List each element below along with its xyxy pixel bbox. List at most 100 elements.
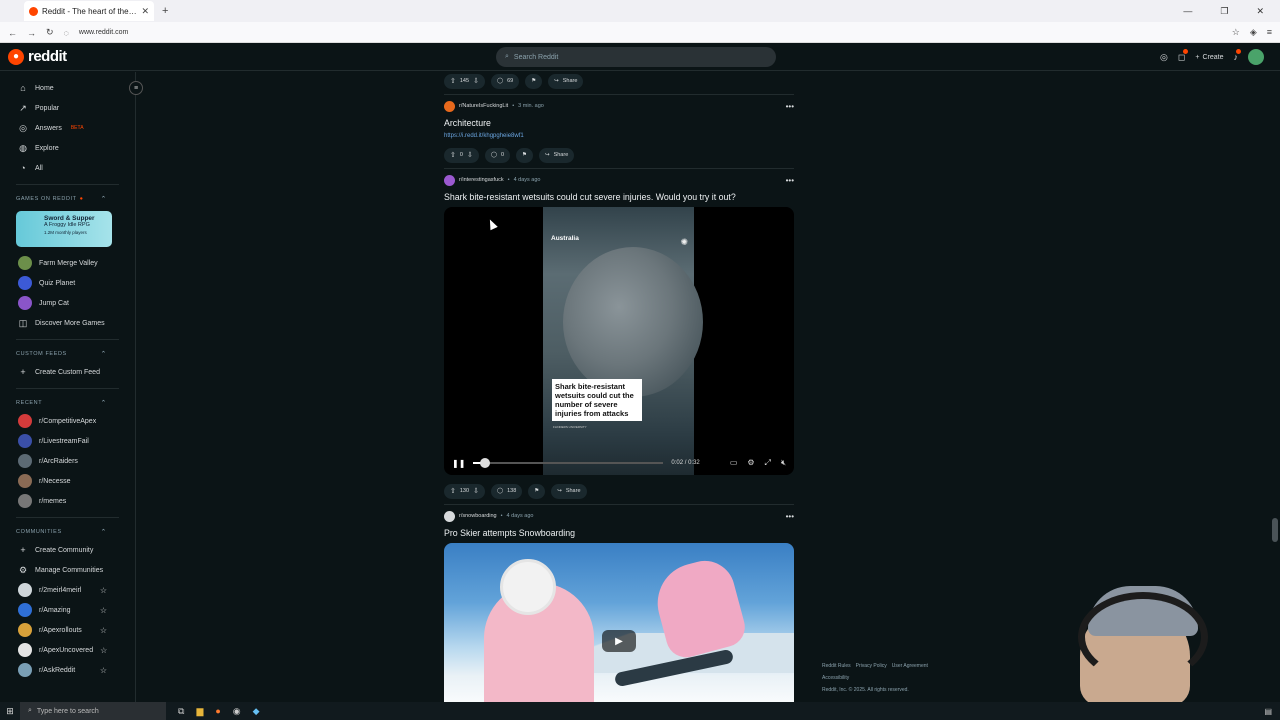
upvote-icon[interactable]: ⇧: [450, 77, 456, 85]
scrollbar[interactable]: [1270, 72, 1280, 702]
advertise-icon[interactable]: ◎: [1160, 52, 1168, 63]
shield-icon[interactable]: ◌: [64, 28, 69, 38]
fullscreen-icon[interactable]: ⤢: [765, 458, 771, 468]
video-player[interactable]: Australia ✺ Shark bite-resistant wetsuit…: [444, 207, 794, 475]
vote-control[interactable]: ⇧ 0 ⇩: [444, 147, 479, 163]
create-button[interactable]: + Create: [1195, 54, 1223, 61]
more-options-icon[interactable]: •••: [786, 102, 794, 111]
subreddit-link[interactable]: r/snowboarding: [459, 513, 497, 519]
post-title[interactable]: Pro Skier attempts Snowboarding: [444, 528, 794, 538]
close-tab-icon[interactable]: ✕: [141, 6, 149, 17]
sidebar-item-answers[interactable]: ◎ Answers BETA: [0, 118, 135, 138]
obs-icon[interactable]: ◉: [233, 706, 241, 717]
firefox-icon[interactable]: ●: [215, 706, 220, 717]
captions-icon[interactable]: ▭: [730, 458, 738, 468]
star-icon[interactable]: ☆: [100, 606, 107, 615]
forward-icon[interactable]: →: [27, 28, 36, 38]
sidebar-item-livestreamfail[interactable]: r/LivestreamFail: [0, 431, 135, 451]
footer-link-accessibility[interactable]: Accessibility: [822, 675, 849, 681]
sidebar-item-necesse[interactable]: r/Necesse: [0, 471, 135, 491]
footer-link-rules[interactable]: Reddit Rules: [822, 663, 851, 669]
post-title[interactable]: Shark bite-resistant wetsuits could cut …: [444, 192, 794, 202]
post-link[interactable]: https://i.redd.it/khgpgheie8wf1: [444, 133, 794, 139]
vote-control[interactable]: ⇧ 130 ⇩: [444, 483, 485, 499]
upvote-icon[interactable]: ⇧: [450, 151, 456, 159]
upvote-icon[interactable]: ⇧: [450, 487, 456, 495]
comments-button[interactable]: ◯ 69: [490, 73, 520, 89]
sidebar-item-apexrollouts[interactable]: r/Apexrollouts ☆: [0, 620, 135, 640]
recent-section-title[interactable]: RECENT ⌃: [0, 395, 135, 411]
sidebar-item-farm-merge-valley[interactable]: Farm Merge Valley: [0, 253, 135, 273]
award-button[interactable]: ⚑: [516, 147, 533, 163]
award-button[interactable]: ⚑: [528, 483, 546, 499]
browser-tab[interactable]: Reddit - The heart of the internet ✕: [24, 1, 154, 21]
steam-icon[interactable]: ◆: [253, 706, 260, 717]
sidebar-item-explore[interactable]: ◍ Explore: [0, 138, 135, 158]
play-icon[interactable]: ▶: [602, 630, 636, 652]
downvote-icon[interactable]: ⇩: [473, 487, 479, 495]
task-view-icon[interactable]: ⧉: [178, 706, 184, 717]
sidebar-item-all[interactable]: ◔ All: [0, 158, 135, 178]
sidebar-item-jump-cat[interactable]: Jump Cat: [0, 293, 135, 313]
video-progress-bar[interactable]: [473, 458, 664, 468]
minimize-icon[interactable]: —: [1183, 6, 1192, 17]
subreddit-avatar[interactable]: [444, 100, 455, 112]
share-button[interactable]: ↪ Share: [551, 483, 587, 499]
communities-section-title[interactable]: COMMUNITIES ⌃: [0, 524, 135, 540]
sidebar-item-home[interactable]: ⌂ Home: [0, 78, 135, 98]
subreddit-link[interactable]: r/interestingasfuck: [459, 177, 504, 183]
create-custom-feed-button[interactable]: + Create Custom Feed: [0, 362, 135, 382]
reload-icon[interactable]: ↻: [46, 27, 54, 38]
mute-icon[interactable]: 🔇︎: [781, 458, 786, 468]
reddit-logo[interactable]: ● reddit: [8, 48, 67, 65]
star-icon[interactable]: ☆: [100, 666, 107, 675]
notification-center-icon[interactable]: ▤: [1264, 707, 1272, 716]
downvote-icon[interactable]: ⇩: [467, 151, 473, 159]
subreddit-avatar[interactable]: [444, 510, 455, 522]
notifications-icon[interactable]: ♪: [1234, 49, 1241, 62]
bookmark-star-icon[interactable]: ☆: [1232, 27, 1240, 38]
sidebar-item-competitiveapex[interactable]: r/CompetitiveApex: [0, 411, 135, 431]
star-icon[interactable]: ☆: [100, 646, 107, 655]
scrollbar-thumb[interactable]: [1272, 518, 1278, 542]
award-button[interactable]: ⚑: [525, 73, 543, 89]
comments-button[interactable]: ◯ 138: [490, 483, 523, 499]
footer-link-privacy[interactable]: Privacy Policy: [856, 663, 887, 669]
sidebar-item-apexuncovered[interactable]: r/ApexUncovered ☆: [0, 640, 135, 660]
sidebar-item-arcraiders[interactable]: r/ArcRaiders: [0, 451, 135, 471]
maximize-icon[interactable]: ❐: [1220, 6, 1228, 17]
sidebar-item-2meirl4meirl[interactable]: r/2meirl4meirl ☆: [0, 580, 135, 600]
file-explorer-icon[interactable]: ▆: [196, 706, 203, 717]
video-thumbnail[interactable]: ▶: [444, 543, 794, 713]
subreddit-avatar[interactable]: [444, 174, 455, 186]
subreddit-link[interactable]: r/NatureIsFuckingLit: [459, 103, 508, 109]
new-tab-button[interactable]: +: [162, 5, 168, 17]
footer-link-agreement[interactable]: User Agreement: [892, 663, 928, 669]
user-avatar[interactable]: [1248, 49, 1264, 65]
sidebar-item-amazing[interactable]: r/Amazing ☆: [0, 600, 135, 620]
taskbar-search[interactable]: ⌕ Type here to search: [20, 702, 166, 720]
vote-control[interactable]: ⇧ 145 ⇩: [444, 73, 485, 89]
downvote-icon[interactable]: ⇩: [473, 77, 479, 85]
custom-feeds-section-title[interactable]: CUSTOM FEEDS ⌃: [0, 346, 135, 362]
sidebar-item-discover-games[interactable]: ◫ Discover More Games: [0, 313, 135, 333]
create-community-button[interactable]: + Create Community: [0, 540, 135, 560]
share-button[interactable]: ↪ Share: [548, 73, 584, 89]
pause-icon[interactable]: ❚❚: [452, 459, 465, 468]
sidebar-item-quiz-planet[interactable]: Quiz Planet: [0, 273, 135, 293]
more-options-icon[interactable]: •••: [786, 176, 794, 185]
star-icon[interactable]: ☆: [100, 626, 107, 635]
menu-icon[interactable]: ≡: [1267, 27, 1272, 38]
manage-communities-button[interactable]: ⚙ Manage Communities: [0, 560, 135, 580]
sidebar-item-popular[interactable]: ↗ Popular: [0, 98, 135, 118]
sidebar-item-askreddit[interactable]: r/AskReddit ☆: [0, 660, 135, 680]
progress-knob[interactable]: [479, 458, 490, 468]
extension-icon[interactable]: ◈: [1250, 27, 1257, 38]
chat-icon[interactable]: ◻: [1178, 48, 1190, 63]
post-title[interactable]: Architecture: [444, 118, 794, 128]
comments-button[interactable]: ◯ 0: [484, 147, 511, 163]
collapse-sidebar-button[interactable]: ≡: [129, 81, 143, 95]
settings-icon[interactable]: ⚙: [747, 458, 754, 468]
windows-start-icon[interactable]: ⊞: [0, 706, 20, 717]
games-section-title[interactable]: GAMES ON REDDIT ● ⌃: [0, 191, 135, 207]
